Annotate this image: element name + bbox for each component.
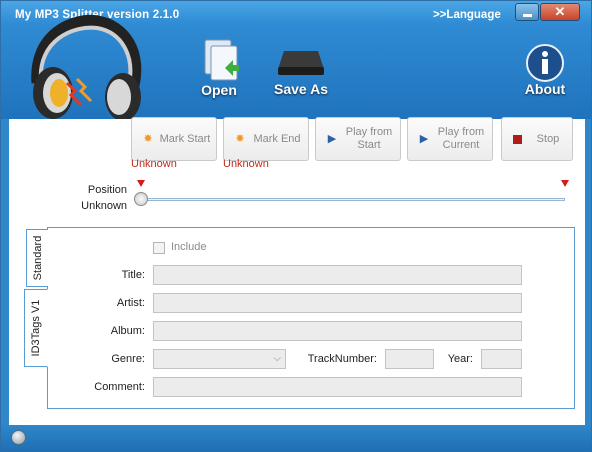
open-document-icon: [204, 39, 239, 81]
artist-field[interactable]: [153, 293, 522, 313]
save-as-label: Save As: [274, 81, 328, 97]
position-thumb[interactable]: [134, 192, 148, 206]
start-marker-icon: [137, 180, 145, 187]
open-button[interactable]: Open: [189, 38, 249, 98]
language-link[interactable]: >>Language: [433, 9, 501, 21]
end-value: Unknown: [223, 158, 269, 170]
include-checkbox[interactable]: [153, 242, 165, 254]
stop-label: Stop: [536, 132, 560, 145]
chevron-down-icon: ⌵: [273, 353, 281, 364]
start-value: Unknown: [131, 158, 177, 170]
header-bar: My MP3 Splitter version 2.1.0 >>Language…: [1, 1, 591, 121]
tab-standard-label: Standard: [31, 235, 44, 281]
mark-end-button[interactable]: ✸ Mark End: [223, 117, 309, 161]
stop-button[interactable]: Stop: [501, 117, 573, 161]
title-field[interactable]: [153, 265, 522, 285]
position-value: Unknown: [81, 200, 127, 212]
position-label: Position: [87, 184, 127, 196]
about-button[interactable]: About: [515, 43, 575, 97]
play-icon: ▶: [419, 133, 429, 145]
save-drive-icon: [278, 51, 324, 75]
year-label: Year:: [447, 353, 473, 365]
position-track[interactable]: [147, 198, 565, 201]
mark-start-button[interactable]: ✸ Mark Start: [131, 117, 217, 161]
play-icon: ▶: [327, 133, 337, 145]
track-number-label: TrackNumber:: [307, 353, 377, 365]
info-icon: [526, 44, 564, 82]
album-label: Album:: [110, 325, 145, 337]
status-bar: [1, 425, 591, 451]
minimize-button[interactable]: [515, 3, 539, 21]
genre-select[interactable]: ⌵: [153, 349, 286, 369]
about-label: About: [524, 81, 566, 97]
comment-field[interactable]: [153, 377, 522, 397]
open-label: Open: [201, 82, 237, 98]
play-from-start-label: Play from Start: [345, 126, 393, 151]
mark-star-icon: ✸: [143, 133, 153, 145]
close-button[interactable]: ✕: [540, 3, 580, 21]
mark-start-label: Mark Start: [159, 132, 211, 145]
artist-label: Artist:: [116, 297, 145, 309]
title-label: Title:: [121, 269, 145, 281]
globe-icon[interactable]: [11, 430, 26, 445]
tab-standard[interactable]: Standard: [26, 229, 48, 287]
app-window: My MP3 Splitter version 2.1.0 >>Language…: [0, 0, 592, 452]
tab-id3tags-v1[interactable]: ID3Tags V1: [24, 289, 48, 367]
comment-label: Comment:: [94, 381, 145, 393]
mark-star-icon: ✸: [235, 133, 245, 145]
play-from-current-label: Play from Current: [437, 126, 485, 151]
include-label: Include: [171, 241, 207, 253]
album-field[interactable]: [153, 321, 522, 341]
end-marker-icon: [561, 180, 569, 187]
tab-id3tags-label: ID3Tags V1: [30, 299, 42, 357]
play-from-start-button[interactable]: ▶ Play from Start: [315, 117, 401, 161]
year-field[interactable]: [481, 349, 522, 369]
play-from-current-button[interactable]: ▶ Play from Current: [407, 117, 493, 161]
save-as-button[interactable]: Save As: [269, 47, 333, 97]
headphones-logo-icon: [31, 14, 142, 121]
mark-end-label: Mark End: [253, 132, 301, 145]
genre-label: Genre:: [111, 353, 145, 365]
stop-icon: [513, 135, 522, 144]
